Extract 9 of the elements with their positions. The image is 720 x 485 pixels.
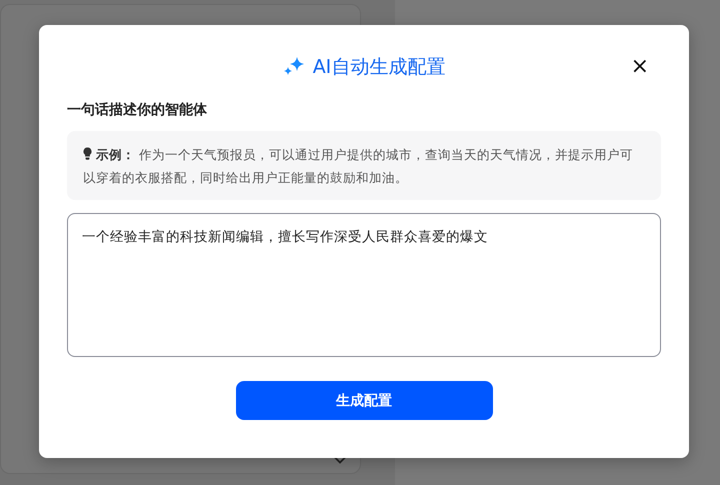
close-button[interactable]: × <box>626 55 653 79</box>
sparkle-icon <box>282 57 305 77</box>
example-text: 示例： 作为一个天气预报员，可以通过用户提供的城市，查询当天的天气情况，并提示用户可以穿着的衣服搭配，同时给出用户正能量的鼓励和加油。 <box>83 146 634 187</box>
description-field[interactable]: 一个经验丰富的科技新闻编辑，擅长写作深受人民群众喜爱的爆文 <box>67 213 661 357</box>
field-label: 一句话描述你的智能体 <box>67 101 208 119</box>
lightbulb-icon <box>83 147 92 160</box>
dialog-title: AI自动生成配置 <box>312 55 446 80</box>
generate-button[interactable]: 生成配置 <box>236 381 492 420</box>
chevron-down-icon <box>334 456 346 464</box>
